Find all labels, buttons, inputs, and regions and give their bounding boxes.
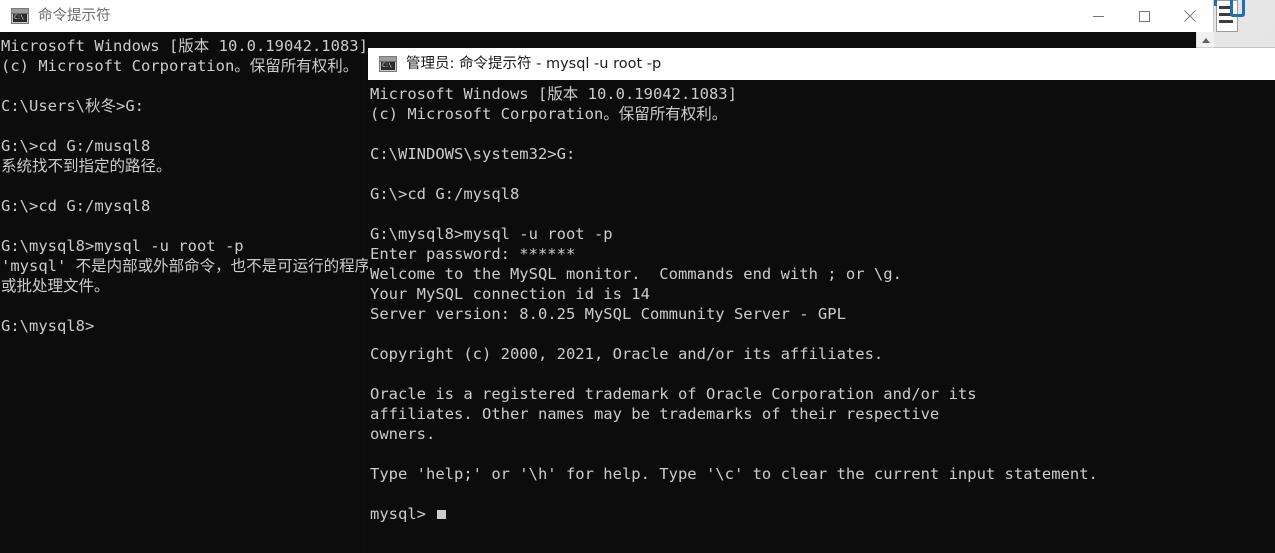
cmd-prompt-icon: C:\ (11, 8, 29, 24)
terminal-line: owners. (370, 425, 436, 443)
terminal-line: Oracle is a registered trademark of Orac… (370, 385, 977, 403)
cmd-icon-screen: C:\ (13, 14, 27, 22)
chevron-up-icon (1201, 38, 1210, 43)
terminal-line: Type 'help;' or '\h' for help. Type '\c'… (370, 465, 1098, 483)
close-button[interactable] (1167, 0, 1213, 32)
command-prompt-window-right[interactable]: C:\ 管理员: 命令提示符 - mysql -u root -p Micros… (368, 48, 1275, 553)
cmd-icon-screen: C:\ (381, 62, 395, 70)
scroll-up-button[interactable] (1197, 32, 1214, 49)
left-window-controls (1075, 0, 1213, 32)
cmd-prompt-icon: C:\ (379, 56, 397, 72)
terminal-line: Enter password: ****** (370, 245, 576, 263)
minimize-button[interactable] (1075, 0, 1121, 32)
terminal-line: Your MySQL connection id is 14 (370, 285, 650, 303)
terminal-line: Server version: 8.0.25 MySQL Community S… (370, 305, 846, 323)
right-window-title: 管理员: 命令提示符 - mysql -u root -p (406, 56, 662, 72)
close-icon (1184, 10, 1196, 22)
minimize-icon (1092, 15, 1104, 17)
maximize-button[interactable] (1121, 0, 1167, 32)
terminal-line: Microsoft Windows [版本 10.0.19042.1083] (370, 85, 737, 103)
text-cursor (437, 510, 447, 519)
terminal-line: G:\mysql8>mysql -u root -p (370, 225, 613, 243)
terminal-line: Welcome to the MySQL monitor. Commands e… (370, 265, 902, 283)
document-icon-line (1219, 20, 1233, 23)
terminal-line: C:\WINDOWS\system32>G: (370, 145, 576, 163)
document-icon-clip (1230, 0, 1245, 17)
left-window-title: 命令提示符 (38, 8, 111, 24)
right-terminal-output[interactable]: Microsoft Windows [版本 10.0.19042.1083] (c… (368, 80, 1275, 553)
terminal-line: mysql> (370, 504, 1275, 524)
terminal-line: G:\>cd G:/mysql8 (370, 185, 520, 203)
terminal-line: (c) Microsoft Corporation。保留所有权利。 (370, 105, 728, 123)
document-icon-clip (1214, 0, 1224, 6)
screen: C:\ 命令提示符 Microsoft Windows [版本 10.0.190… (0, 0, 1275, 553)
document-shortcut-icon[interactable] (1212, 0, 1246, 36)
maximize-icon (1138, 10, 1150, 22)
left-window-titlebar[interactable]: C:\ 命令提示符 (0, 0, 1213, 32)
terminal-line: Copyright (c) 2000, 2021, Oracle and/or … (370, 345, 884, 363)
terminal-line: affiliates. Other names may be trademark… (370, 405, 940, 423)
right-window-titlebar[interactable]: C:\ 管理员: 命令提示符 - mysql -u root -p (368, 48, 1275, 80)
